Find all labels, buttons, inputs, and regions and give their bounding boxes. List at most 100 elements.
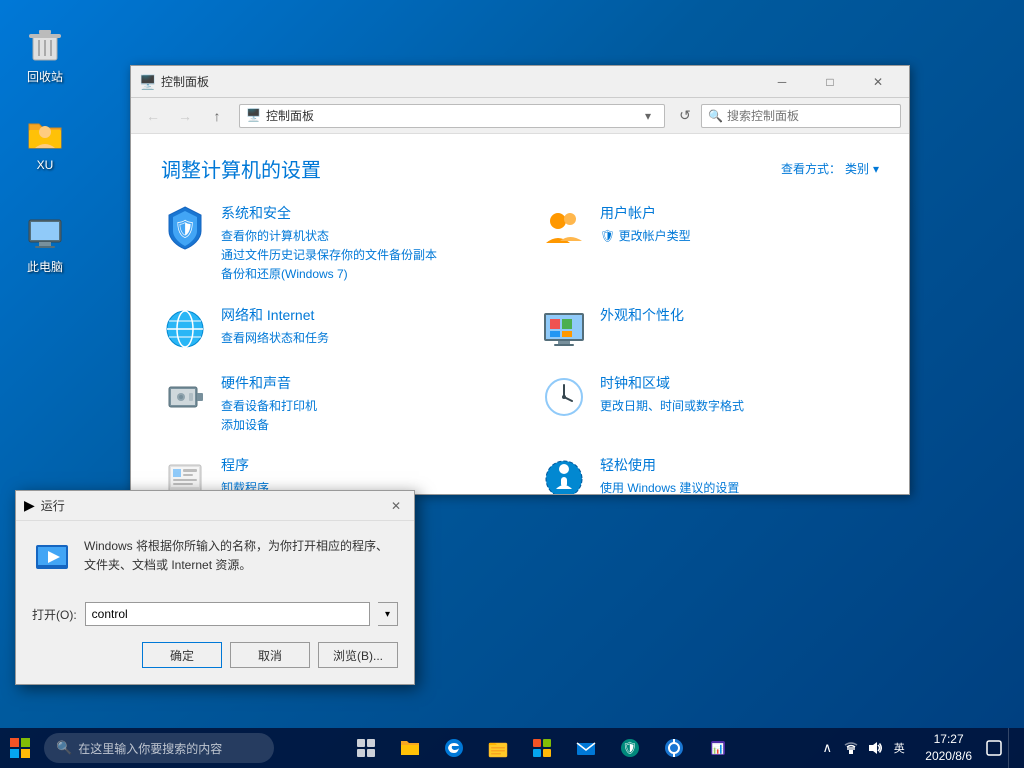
taskbar-search-icon: 🔍 bbox=[56, 740, 72, 756]
control-panel-window: 🖥️ 控制面板 ─ □ ✕ ← → ↑ 🖥️ 控制面板 ▾ ↺ 🔍 bbox=[130, 65, 910, 495]
maximize-button[interactable]: □ bbox=[807, 66, 853, 98]
show-desktop-button[interactable] bbox=[1008, 728, 1016, 768]
run-titlebar: ▶ 运行 ✕ bbox=[16, 491, 414, 521]
run-cancel-button[interactable]: 取消 bbox=[230, 642, 310, 668]
hardware-icon bbox=[161, 373, 209, 421]
user-folder-icon bbox=[25, 114, 65, 154]
clock-name[interactable]: 时钟和区域 bbox=[600, 373, 879, 393]
category-appearance[interactable]: 外观和个性化 bbox=[540, 305, 879, 353]
appearance-icon bbox=[540, 305, 588, 353]
ease-of-access-icon bbox=[540, 455, 588, 494]
tray-volume-icon[interactable] bbox=[865, 738, 885, 758]
category-ease-of-access[interactable]: 轻松使用 使用 Windows 建议的设置 优化视觉显示 bbox=[540, 455, 879, 494]
task-view-button[interactable] bbox=[346, 728, 386, 768]
run-browse-button[interactable]: 浏览(B)... bbox=[318, 642, 398, 668]
system-security-info: 系统和安全 查看你的计算机状态 通过文件历史记录保存你的文件备份副本 备份和还原… bbox=[221, 203, 500, 285]
hardware-link-0[interactable]: 查看设备和打印机 bbox=[221, 397, 500, 416]
categories-grid: 🛡 系统和安全 查看你的计算机状态 通过文件历史记录保存你的文件备份副本 备份和… bbox=[161, 203, 879, 494]
forward-button[interactable]: → bbox=[171, 104, 199, 128]
up-button[interactable]: ↑ bbox=[203, 104, 231, 128]
desktop-icon-recycle-bin[interactable]: 回收站 bbox=[10, 20, 80, 89]
notification-icon[interactable] bbox=[984, 738, 1004, 758]
clock-info: 时钟和区域 更改日期、时间或数字格式 bbox=[600, 373, 879, 416]
run-input-label: 打开(O): bbox=[32, 606, 77, 623]
tray-lang-icon[interactable]: 英 bbox=[889, 738, 909, 758]
app7-button[interactable] bbox=[654, 728, 694, 768]
hardware-links: 查看设备和打印机 添加设备 bbox=[221, 397, 500, 435]
system-security-icon: 🛡 bbox=[161, 203, 209, 251]
user-accounts-name[interactable]: 用户帐户 bbox=[600, 203, 879, 223]
system-security-link-0[interactable]: 查看你的计算机状态 bbox=[221, 227, 500, 246]
network-icon bbox=[161, 305, 209, 353]
user-folder-label: XU bbox=[37, 158, 54, 172]
category-clock[interactable]: 时钟和区域 更改日期、时间或数字格式 bbox=[540, 373, 879, 435]
search-input[interactable] bbox=[727, 109, 894, 123]
file-manager-button[interactable] bbox=[478, 728, 518, 768]
recycle-bin-label: 回收站 bbox=[27, 68, 63, 85]
mail-button[interactable] bbox=[566, 728, 606, 768]
programs-icon bbox=[161, 455, 209, 494]
svg-text:📊: 📊 bbox=[711, 742, 723, 755]
taskbar-search[interactable]: 🔍 在这里输入你要搜索的内容 bbox=[44, 733, 274, 763]
store-button[interactable] bbox=[522, 728, 562, 768]
clock-date: 2020/8/6 bbox=[925, 748, 972, 765]
edge-browser-button[interactable] bbox=[434, 728, 474, 768]
tray-network-icon[interactable] bbox=[841, 738, 861, 758]
run-input-dropdown[interactable]: ▾ bbox=[378, 602, 398, 626]
hardware-link-1[interactable]: 添加设备 bbox=[221, 416, 500, 435]
desktop-icon-computer[interactable]: 此电脑 bbox=[10, 210, 80, 279]
system-security-links: 查看你的计算机状态 通过文件历史记录保存你的文件备份副本 备份和还原(Windo… bbox=[221, 227, 500, 285]
clock-area[interactable]: 17:27 2020/8/6 bbox=[917, 731, 980, 765]
category-system-security[interactable]: 🛡 系统和安全 查看你的计算机状态 通过文件历史记录保存你的文件备份副本 备份和… bbox=[161, 203, 500, 285]
system-security-link-1[interactable]: 通过文件历史记录保存你的文件备份副本 bbox=[221, 246, 500, 265]
ease-of-access-name[interactable]: 轻松使用 bbox=[600, 455, 879, 475]
start-button[interactable] bbox=[0, 728, 40, 768]
network-link-0[interactable]: 查看网络状态和任务 bbox=[221, 329, 500, 348]
desktop-icon-user[interactable]: XU bbox=[10, 110, 80, 176]
appearance-name[interactable]: 外观和个性化 bbox=[600, 305, 879, 325]
window-controls: ─ □ ✕ bbox=[759, 66, 901, 98]
programs-name[interactable]: 程序 bbox=[221, 455, 500, 475]
app8-button[interactable]: 📊 bbox=[698, 728, 738, 768]
search-box[interactable]: 🔍 bbox=[701, 104, 901, 128]
clock-link-0[interactable]: 更改日期、时间或数字格式 bbox=[600, 397, 879, 416]
tray-icons: ∧ 英 bbox=[813, 738, 913, 758]
ease-of-access-link-0[interactable]: 使用 Windows 建议的设置 bbox=[600, 479, 879, 494]
run-buttons: 确定 取消 浏览(B)... bbox=[32, 642, 398, 668]
network-name[interactable]: 网络和 Internet bbox=[221, 305, 500, 325]
address-dropdown[interactable]: ▾ bbox=[638, 109, 658, 123]
refresh-button[interactable]: ↺ bbox=[673, 104, 697, 128]
category-user-accounts[interactable]: 用户帐户 🛡 更改帐户类型 bbox=[540, 203, 879, 285]
system-security-link-2[interactable]: 备份和还原(Windows 7) bbox=[221, 265, 500, 284]
view-value[interactable]: 类别 bbox=[845, 160, 869, 177]
hardware-info: 硬件和声音 查看设备和打印机 添加设备 bbox=[221, 373, 500, 435]
security-button[interactable]: 🛡 bbox=[610, 728, 650, 768]
system-security-name[interactable]: 系统和安全 bbox=[221, 203, 500, 223]
run-input-field[interactable] bbox=[85, 602, 370, 626]
appearance-info: 外观和个性化 bbox=[600, 305, 879, 329]
category-network[interactable]: 网络和 Internet 查看网络状态和任务 bbox=[161, 305, 500, 353]
run-close-button[interactable]: ✕ bbox=[386, 496, 406, 516]
address-bar[interactable]: 🖥️ 控制面板 ▾ bbox=[239, 104, 665, 128]
user-accounts-link-0[interactable]: 🛡 更改帐户类型 bbox=[600, 227, 879, 246]
category-hardware[interactable]: 硬件和声音 查看设备和打印机 添加设备 bbox=[161, 373, 500, 435]
clock-icon bbox=[540, 373, 588, 421]
back-button[interactable]: ← bbox=[139, 104, 167, 128]
network-links: 查看网络状态和任务 bbox=[221, 329, 500, 348]
close-button[interactable]: ✕ bbox=[855, 66, 901, 98]
ease-of-access-info: 轻松使用 使用 Windows 建议的设置 优化视觉显示 bbox=[600, 455, 879, 494]
clock-links: 更改日期、时间或数字格式 bbox=[600, 397, 879, 416]
run-content: Windows 将根据你所输入的名称，为你打开相应的程序、文件夹、文档或 Int… bbox=[16, 521, 414, 684]
content-title: 调整计算机的设置 bbox=[161, 154, 321, 183]
tray-expand-icon[interactable]: ∧ bbox=[817, 738, 837, 758]
view-dropdown-icon[interactable]: ▾ bbox=[873, 162, 879, 176]
run-title-icon: ▶ bbox=[24, 497, 35, 514]
user-accounts-links: 🛡 更改帐户类型 bbox=[600, 227, 879, 246]
run-dialog: ▶ 运行 ✕ Windows 将根据你所输入的名称，为你打开相应的程序、文件夹、… bbox=[15, 490, 415, 685]
category-programs[interactable]: 程序 卸载程序 bbox=[161, 455, 500, 494]
minimize-button[interactable]: ─ bbox=[759, 66, 805, 98]
run-ok-button[interactable]: 确定 bbox=[142, 642, 222, 668]
hardware-name[interactable]: 硬件和声音 bbox=[221, 373, 500, 393]
view-selector: 查看方式： 类别 ▾ bbox=[781, 160, 879, 177]
file-explorer-button[interactable] bbox=[390, 728, 430, 768]
